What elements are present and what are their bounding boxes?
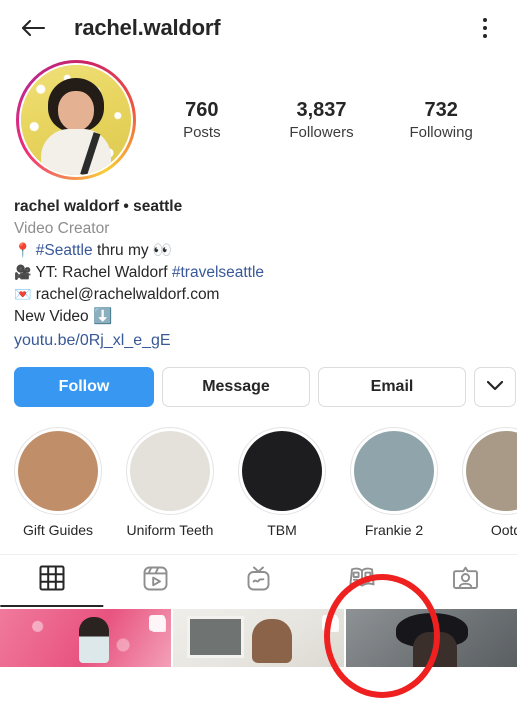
more-options-button[interactable] [474,366,516,407]
tab-igtv[interactable] [207,555,310,607]
profile-actions: Follow Message Email [0,353,517,407]
avatar-face [58,91,94,132]
highlight-label: Uniform Teeth [126,521,214,538]
stat-following[interactable]: 732 Following [405,98,477,143]
stat-following-value: 732 [424,98,458,121]
bio-line: 📍 #Seattle thru my 👀 [14,240,503,262]
bio-line-text: YT: Rachel Waldorf [35,264,172,281]
reels-icon [142,565,169,597]
hashtag-travelseattle-link[interactable]: #travelseattle [172,264,264,281]
bio-line: 🎥 YT: Rachel Waldorf #travelseattle [14,262,503,284]
highlight-cover [350,426,438,515]
profile-tab-bar [0,553,517,607]
highlight-cover [462,426,517,515]
pin-emoji-icon: 📍 [14,243,32,259]
highlight-label: Gift Guides [22,521,94,538]
profile-bio: rachel waldorf • seattle Video Creator 📍… [0,180,517,353]
bio-new-video-text: New Video ⬇️ [14,308,113,325]
chevron-down-icon [486,378,504,396]
story-highlights: Gift Guides Uniform Teeth TBM Frankie 2 … [0,407,517,538]
stat-followers-label: Followers [289,123,354,141]
post-subject [78,616,109,663]
highlight-label: Frankie 2 [364,521,424,538]
stat-following-label: Following [409,123,473,141]
post-thumbnail[interactable] [346,608,517,667]
tab-tagged[interactable] [414,555,517,607]
highlight-cover [238,426,326,515]
movie-camera-emoji-icon: 🎥 [14,265,32,281]
avatar[interactable] [16,60,136,180]
stat-posts-value: 760 [185,98,219,121]
stat-followers-value: 3,837 [296,98,347,121]
message-button[interactable]: Message [162,366,310,407]
highlight-cover [126,426,214,515]
app-header: rachel.waldorf [0,0,517,56]
bio-display-name: rachel waldorf • seattle [14,198,183,215]
highlight-cover-fill [466,430,517,511]
bio-line: New Video ⬇️ [14,306,503,328]
profile-summary: 760 Posts 3,837 Followers 732 Following [0,56,517,180]
bio-email-text: rachel@rachelwaldorf.com [35,286,220,303]
multi-post-icon [322,614,338,631]
back-arrow-icon[interactable] [18,13,48,43]
post-thumbnail[interactable] [173,608,344,667]
profile-stats: 760 Posts 3,837 Followers 732 Following [136,98,501,143]
page-title: rachel.waldorf [74,15,221,40]
stat-posts-label: Posts [183,123,221,141]
love-letter-emoji-icon: 💌 [14,287,32,303]
highlight-cover-fill [130,430,210,511]
highlight-item[interactable]: Uniform Teeth [126,426,214,538]
tagged-icon [452,565,479,597]
post-grid [0,608,517,667]
highlight-item[interactable]: Ootd [462,426,517,538]
avatar-image [19,63,133,177]
hashtag-seattle-link[interactable]: #Seattle [36,242,93,259]
highlight-item[interactable]: Frankie 2 [350,426,438,538]
post-frame [186,615,244,658]
email-button[interactable]: Email [318,366,466,407]
highlight-cover-fill [18,430,98,511]
multi-post-icon [149,614,165,631]
highlight-label: TBM [267,521,297,538]
guides-icon [348,565,376,596]
highlight-cover-fill [354,430,434,511]
post-subject [412,631,457,667]
tab-posts[interactable] [0,555,103,607]
stat-followers[interactable]: 3,837 Followers [285,98,357,143]
bio-website-link[interactable]: youtu.be/0Rj_xl_e_gE [14,330,171,353]
avatar-body [41,129,111,175]
highlight-item[interactable]: TBM [238,426,326,538]
kebab-menu-icon[interactable] [471,14,499,42]
highlight-item[interactable]: Gift Guides [14,426,102,538]
bio-line: 💌 rachel@rachelwaldorf.com [14,284,503,306]
post-subject [251,619,292,664]
grid-icon [39,565,65,596]
highlight-label: Ootd [490,521,517,538]
follow-button[interactable]: Follow [14,366,154,407]
highlight-cover [14,426,102,515]
bio-category: Video Creator [14,220,110,237]
tab-guides[interactable] [310,555,413,607]
tab-reels[interactable] [103,555,206,607]
stat-posts[interactable]: 760 Posts [166,98,238,143]
highlight-cover-fill [242,430,322,511]
igtv-icon [245,565,272,597]
bio-line-tail: thru my 👀 [92,242,173,259]
post-thumbnail[interactable] [0,608,171,667]
